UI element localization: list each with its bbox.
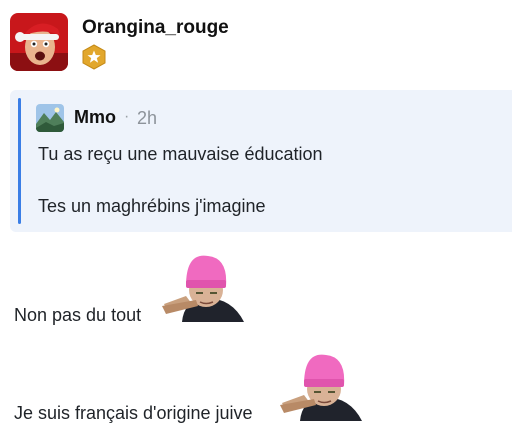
pink-beanie-man-sticker[interactable] [274,353,364,421]
santa-face-avatar-icon [10,13,68,71]
quote-username[interactable]: Mmo [74,107,116,128]
quote-timestamp: 2h [137,108,158,128]
quote-separator: · [124,108,130,125]
quote-text-line: Tu as reçu une mauvaise éducation [38,144,323,164]
quoted-message[interactable]: Mmo · 2h Tu as reçu une mauvaise éducati… [10,90,512,232]
message-text: Non pas du tout [14,305,142,325]
quote-text-line: Tes un maghrébins j'imagine [38,196,266,216]
quote-avatar [36,104,64,132]
pink-beanie-man-sticker[interactable] [156,254,246,322]
author-username[interactable]: Orangina_rouge [82,17,229,39]
gold-star-badge-icon [81,44,107,70]
quote-accent-bar [18,98,21,224]
message-text: Je suis français d'origine juive [14,403,253,423]
landscape-avatar-icon [36,104,64,132]
user-avatar[interactable] [10,13,68,71]
